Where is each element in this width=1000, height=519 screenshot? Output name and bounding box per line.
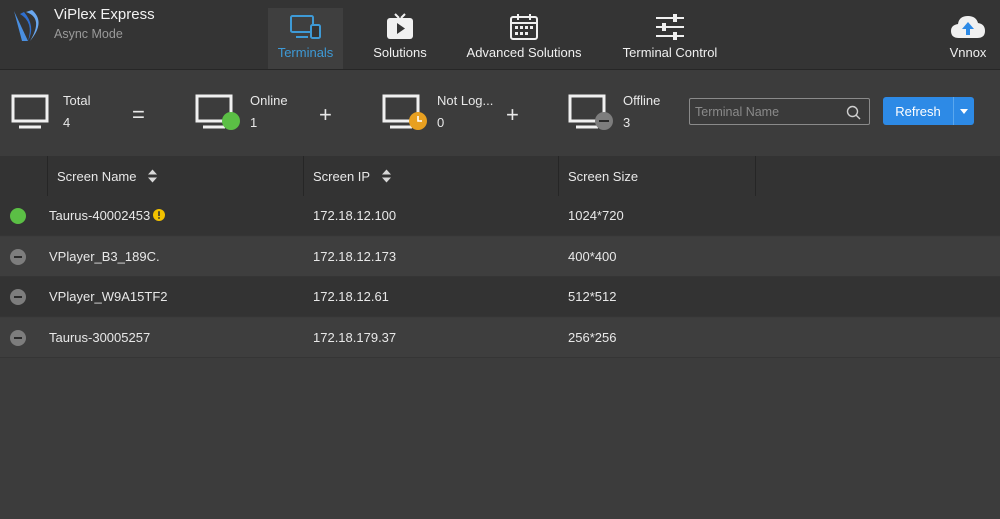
screen-ip-cell: 172.18.12.100 [313,208,397,223]
column-header-screen-ip[interactable]: Screen IP [304,156,559,196]
screen-size-cell: 1024*720 [568,208,624,223]
table-row[interactable]: Taurus-40002453 172.18.12.100 1024*720 [0,196,1000,236]
terminal-stats-bar: Total 4 = Online 1 + Not Log... 0 + Offl… [0,71,1000,155]
terminal-name-search-input[interactable] [690,99,840,124]
search-icon[interactable] [846,105,861,120]
stat-not-logged-label: Not Log... [437,93,494,108]
column-header-label: Screen IP [313,168,371,184]
monitor-total-icon [11,94,49,129]
monitor-not-logged-icon [382,94,427,130]
tab-terminal-control-label: Terminal Control [622,45,718,60]
chevron-down-icon [960,108,968,114]
screen-name-cell: Taurus-40002453 [49,208,166,223]
column-header-screen-size: Screen Size [559,156,756,196]
screen-size-cell: 256*256 [568,330,617,345]
column-header-label: Screen Name [57,168,137,184]
screen-name-cell: VPlayer_W9A15TF2 [49,289,168,304]
terminal-table-header: Screen Name Screen IP Screen Size [0,156,1000,196]
plus-sign: + [319,102,332,127]
cloud-upload-icon [950,13,986,41]
stat-not-logged-count: 0 [437,115,445,130]
table-row[interactable]: VPlayer_W9A15TF2 172.18.12.61 512*512 [0,277,1000,317]
screen-name-cell: VPlayer_B3_189C. [49,249,160,264]
status-column-header [0,156,48,196]
tab-terminals-label: Terminals [277,45,334,60]
viplex-logo-icon [14,10,39,41]
screen-ip-cell: 172.18.179.37 [313,330,397,345]
vnnox-label: Vnnox [949,45,987,60]
stat-online-label: Online [250,93,288,108]
tab-advanced-solutions-label: Advanced Solutions [466,45,582,60]
refresh-dropdown-caret[interactable] [954,108,974,114]
tab-terminal-control[interactable]: Terminal Control [617,8,723,69]
stat-offline-count: 3 [623,115,631,130]
warning-icon[interactable] [153,209,166,221]
screen-size-cell: 512*512 [568,289,617,304]
tab-solutions-label: Solutions [373,45,427,60]
terminals-icon [289,13,323,41]
tab-terminals[interactable]: Terminals [268,8,343,69]
screen-name-text: Taurus-40002453 [49,208,151,223]
column-header-screen-name[interactable]: Screen Name [48,156,304,196]
monitor-online-icon [195,94,240,130]
tab-solutions[interactable]: Solutions [368,8,432,69]
screen-size-cell: 400*400 [568,249,617,264]
vnnox-cloud-button[interactable]: Vnnox [944,8,992,69]
tab-advanced-solutions[interactable]: Advanced Solutions [463,8,585,69]
offline-status-icon [10,330,26,346]
screen-ip-cell: 172.18.12.61 [313,289,389,304]
table-row[interactable]: Taurus-30005257 172.18.179.37 256*256 [0,318,1000,358]
equals-sign: = [132,102,145,127]
table-row[interactable]: VPlayer_B3_189C. 172.18.12.173 400*400 [0,237,1000,277]
plus-sign: + [506,102,519,127]
screen-ip-cell: 172.18.12.173 [313,249,397,264]
stat-total-label: Total [63,93,91,108]
terminal-name-search [689,98,870,125]
column-header-label: Screen Size [568,168,639,184]
calendar-icon [509,13,539,41]
online-status-icon [10,208,26,224]
top-bar: ViPlex Express Async Mode Terminals Solu… [0,0,1000,70]
refresh-button[interactable]: Refresh [883,97,974,125]
app-title: ViPlex Express [54,6,155,23]
sliders-icon [654,13,686,41]
solutions-play-icon [385,13,415,41]
stat-online-count: 1 [250,115,258,130]
stat-offline-label: Offline [623,93,661,108]
refresh-button-label: Refresh [895,103,941,119]
sort-icon[interactable] [148,169,158,183]
app-mode-subtitle: Async Mode [54,27,123,41]
screen-name-cell: Taurus-30005257 [49,330,151,345]
monitor-offline-icon [568,94,613,130]
stat-total-count: 4 [63,115,71,130]
offline-status-icon [10,289,26,305]
sort-icon[interactable] [382,169,392,183]
offline-status-icon [10,249,26,265]
